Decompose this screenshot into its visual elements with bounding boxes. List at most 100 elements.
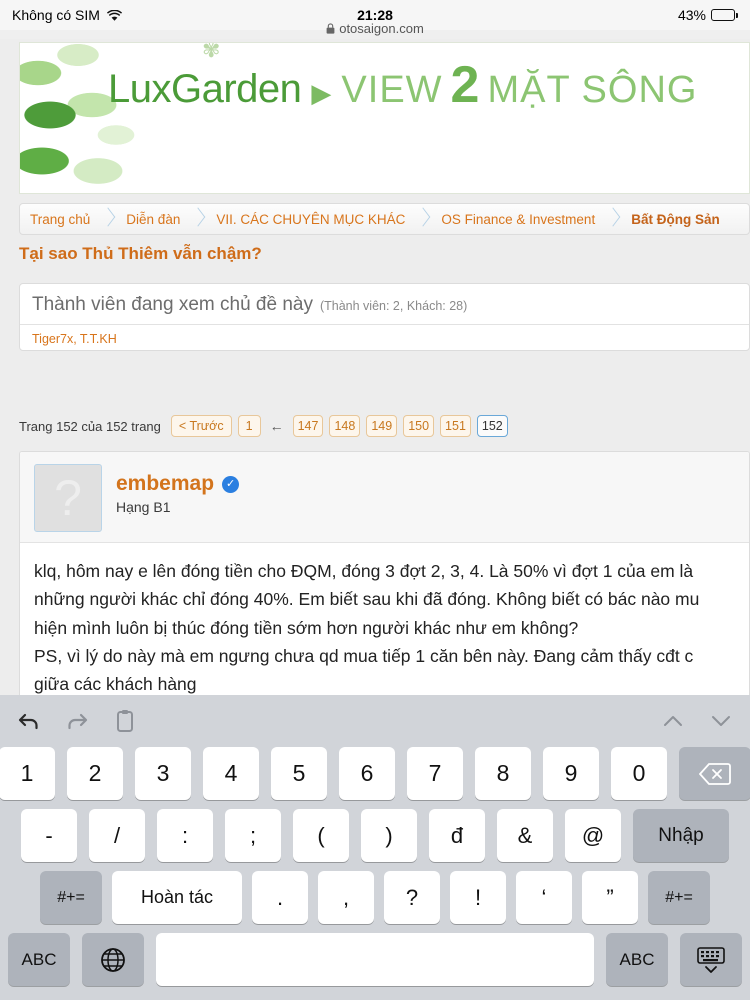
key-4[interactable]: 4	[203, 747, 259, 800]
key-question[interactable]: ?	[384, 871, 440, 924]
key-9[interactable]: 9	[543, 747, 599, 800]
pagination-page-148[interactable]: 148	[329, 414, 361, 438]
pagination-page-149[interactable]: 149	[366, 414, 398, 438]
keyboard-dismiss-icon[interactable]	[680, 933, 742, 986]
breadcrumb-item-home[interactable]: Trang chủ	[20, 212, 100, 227]
enter-key[interactable]: Nhập	[633, 809, 729, 862]
pagination-page-current[interactable]: 152	[476, 414, 508, 438]
battery-icon	[711, 9, 738, 21]
chevron-right-icon	[100, 204, 116, 234]
undo-key[interactable]: Hoàn tác	[112, 871, 242, 924]
key-exclamation[interactable]: !	[450, 871, 506, 924]
breadcrumb-item-category[interactable]: VII. CÁC CHUYÊN MỤC KHÁC	[206, 212, 415, 227]
status-bar-right: 43%	[678, 7, 738, 23]
symbol-shift-left-key[interactable]: #+=	[40, 871, 102, 924]
post-author-rank: Hạng B1	[116, 499, 171, 515]
abc-left-key[interactable]: ABC	[8, 933, 70, 986]
abc-right-key[interactable]: ABC	[606, 933, 668, 986]
globe-icon[interactable]	[82, 933, 144, 986]
key-ampersand[interactable]: &	[497, 809, 553, 862]
key-period[interactable]: .	[252, 871, 308, 924]
key-8[interactable]: 8	[475, 747, 531, 800]
viewers-list[interactable]: Tiger7x, T.T.KH	[20, 325, 749, 353]
keyboard-row-bottom: ABC ABC	[0, 933, 750, 986]
key-paren-close[interactable]: )	[361, 809, 417, 862]
chevron-down-icon[interactable]	[708, 708, 734, 734]
key-at[interactable]: @	[565, 809, 621, 862]
banner-brand-label: LuxGarden	[108, 67, 302, 111]
key-semicolon[interactable]: ;	[225, 809, 281, 862]
post-author-block: embemap ✓ Hạng B1	[116, 464, 240, 515]
avatar[interactable]: ?	[34, 464, 102, 532]
key-7[interactable]: 7	[407, 747, 463, 800]
key-2[interactable]: 2	[67, 747, 123, 800]
keyboard-toolbar-left	[16, 708, 138, 734]
pagination-page-147[interactable]: 147	[292, 414, 324, 438]
device-screen: Không có SIM 21:28 43% otosaigon.com ✾ L…	[0, 0, 750, 1000]
key-1[interactable]: 1	[0, 747, 55, 800]
battery-percent-label: 43%	[677, 7, 706, 23]
pagination-page-150[interactable]: 150	[403, 414, 435, 438]
keyboard-toolbar-right	[660, 708, 734, 734]
redo-icon[interactable]	[64, 708, 90, 734]
chevron-up-icon[interactable]	[660, 708, 686, 734]
viewers-panel: Thành viên đang xem chủ đề này (Thành vi…	[19, 283, 750, 351]
undo-icon[interactable]	[16, 708, 42, 734]
key-dong[interactable]: đ	[429, 809, 485, 862]
symbol-shift-right-key[interactable]: #+=	[648, 871, 710, 924]
arrow-left-icon: ←	[269, 418, 284, 434]
backspace-icon[interactable]	[679, 747, 750, 800]
key-5[interactable]: 5	[271, 747, 327, 800]
lock-icon	[326, 22, 335, 34]
post-body: klq, hôm nay e lên đóng tiền cho ĐQM, đó…	[20, 543, 749, 695]
key-hyphen[interactable]: -	[21, 809, 77, 862]
onscreen-keyboard: 1 2 3 4 5 6 7 8 9 0 - / : ; ( ) đ & @ Nh…	[0, 695, 750, 1000]
keyboard-toolbar	[0, 695, 750, 747]
key-colon[interactable]: :	[157, 809, 213, 862]
banner-ad[interactable]: ✾ LuxGarden ▶ VIEW 2 MẶT SÔNG	[19, 42, 750, 194]
key-apostrophe[interactable]: ‘	[516, 871, 572, 924]
pagination-page-1[interactable]: 1	[237, 414, 261, 438]
pagination-label: Trang 152 của 152 trang	[19, 418, 161, 434]
key-quote[interactable]: ”	[582, 871, 638, 924]
key-3[interactable]: 3	[135, 747, 191, 800]
viewers-title-label: Thành viên đang xem chủ đề này	[32, 294, 313, 315]
pagination-prev-button[interactable]: < Trước	[170, 414, 232, 438]
banner-tail-label: MẶT SÔNG	[487, 69, 698, 111]
key-slash[interactable]: /	[89, 809, 145, 862]
breadcrumb: Trang chủ Diễn đàn VII. CÁC CHUYÊN MỤC K…	[19, 203, 750, 235]
post-header: ? embemap ✓ Hạng B1	[20, 452, 749, 543]
post-line: klq, hôm nay e lên đóng tiền cho ĐQM, đó…	[34, 561, 694, 581]
key-comma[interactable]: ,	[318, 871, 374, 924]
breadcrumb-item-subforum[interactable]: OS Finance & Investment	[431, 212, 605, 227]
post-line: hiện mình luôn bị thúc đóng tiền sớm hơn…	[34, 617, 579, 638]
flower-icon: ✾	[202, 42, 221, 62]
post-author-name[interactable]: embemap	[116, 472, 214, 496]
keyboard-row-punctuation: #+= Hoàn tác . , ? ! ‘ ” #+=	[0, 871, 750, 924]
url-domain-label: otosaigon.com	[339, 20, 424, 36]
key-0[interactable]: 0	[611, 747, 667, 800]
chevron-right-icon	[415, 204, 431, 234]
post-line: giữa các khách hàng	[34, 674, 197, 695]
viewers-header: Thành viên đang xem chủ đề này (Thành vi…	[20, 284, 749, 325]
play-triangle-icon: ▶	[311, 78, 332, 108]
verified-badge-icon: ✓	[222, 475, 240, 493]
pagination: Trang 152 của 152 trang < Trước 1 ← 147 …	[19, 413, 750, 439]
page-title: Tại sao Thủ Thiêm vẫn chậm?	[19, 244, 262, 263]
paste-icon[interactable]	[112, 708, 138, 734]
viewers-count-label: (Thành viên: 2, Khách: 28)	[319, 299, 468, 313]
post-card: ? embemap ✓ Hạng B1 klq, hôm nay e lên đ…	[19, 451, 750, 695]
url-bar[interactable]: otosaigon.com	[0, 17, 750, 39]
space-key[interactable]	[156, 933, 594, 986]
key-paren-open[interactable]: (	[293, 809, 349, 862]
key-6[interactable]: 6	[339, 747, 395, 800]
breadcrumb-item-current[interactable]: Bất Động Sản	[621, 212, 730, 227]
post-author-row: embemap ✓	[116, 472, 240, 496]
banner-number-label: 2	[450, 56, 480, 114]
chevron-right-icon	[190, 204, 206, 234]
breadcrumb-item-forums[interactable]: Diễn đàn	[116, 212, 190, 227]
banner-logo: LuxGarden ▶ VIEW 2 MẶT SÔNG	[108, 56, 698, 114]
keyboard-row-symbols: - / : ; ( ) đ & @ Nhập	[0, 809, 750, 862]
pagination-page-151[interactable]: 151	[440, 414, 471, 438]
banner-view-label: VIEW	[341, 69, 443, 111]
